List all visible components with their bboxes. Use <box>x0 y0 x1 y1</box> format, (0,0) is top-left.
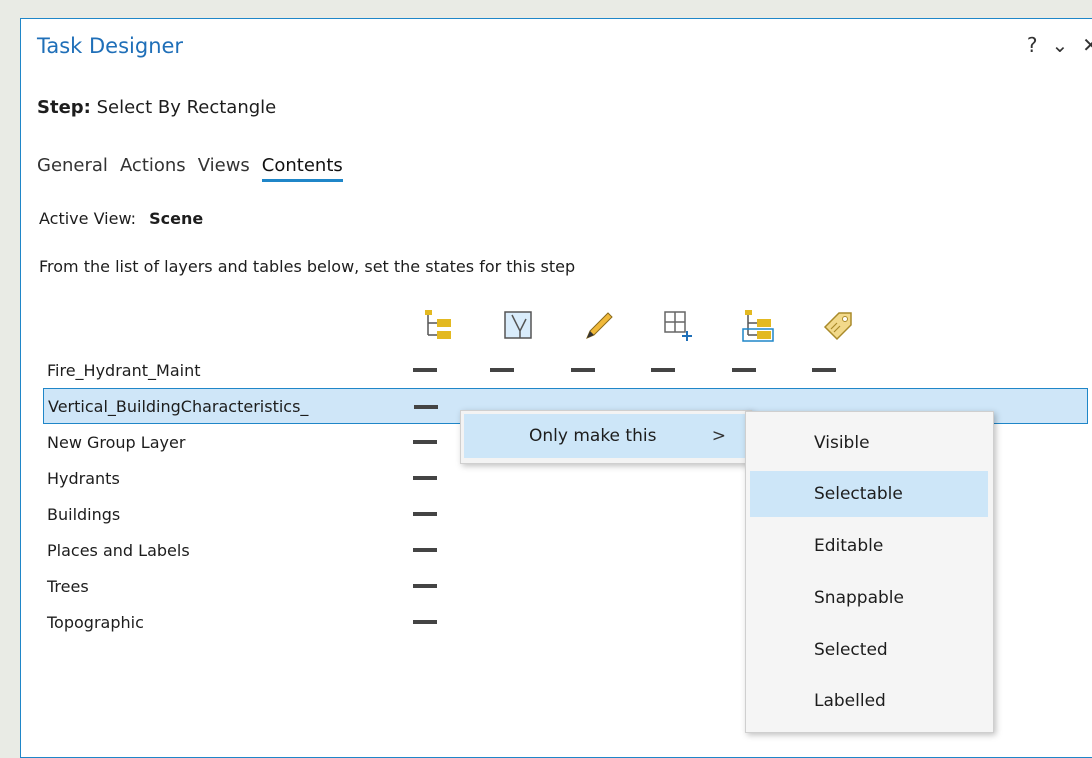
active-view-label: Active View: <box>39 209 137 228</box>
state-dash[interactable] <box>571 368 595 372</box>
only-make-this-label: Only make this <box>529 426 657 446</box>
pane-title: Task Designer <box>37 34 184 58</box>
submenu-item-selected[interactable]: Selected <box>750 627 988 673</box>
chevron-right-icon: > <box>711 426 726 446</box>
selected-icon[interactable] <box>739 305 779 345</box>
state-dash[interactable] <box>413 512 437 516</box>
active-view-value: Scene <box>149 209 204 228</box>
state-dash[interactable] <box>732 368 756 372</box>
title-controls: ? ⌄ ✕ <box>1027 33 1092 57</box>
submenu-item-label: Visible <box>814 433 870 453</box>
submenu-item-editable[interactable]: Editable <box>750 523 988 569</box>
only-make-this-menu-item[interactable]: Only make this > <box>464 414 746 458</box>
close-button[interactable]: ✕ <box>1082 33 1092 57</box>
editable-icon[interactable] <box>579 305 619 345</box>
layer-name: Vertical_BuildingCharacteristics_ <box>48 396 309 416</box>
tab-bar: General Actions Views Contents <box>37 155 343 182</box>
state-dash[interactable] <box>414 405 438 409</box>
step-value: Select By Rectangle <box>96 97 277 118</box>
options-dropdown-button[interactable]: ⌄ <box>1051 33 1068 57</box>
tab-views[interactable]: Views <box>198 155 250 182</box>
layer-row[interactable]: Fire_Hydrant_Maint <box>47 352 1092 388</box>
state-dash[interactable] <box>413 548 437 552</box>
state-dash[interactable] <box>413 368 437 372</box>
instructions-text: From the list of layers and tables below… <box>39 257 576 276</box>
active-view: Active View: Scene <box>39 209 203 228</box>
submenu-item-visible[interactable]: Visible <box>750 420 988 466</box>
layer-name: Buildings <box>47 504 121 524</box>
state-dash[interactable] <box>812 368 836 372</box>
visible-icon[interactable] <box>419 305 459 345</box>
selectable-icon[interactable] <box>499 305 539 345</box>
state-column-icons <box>419 305 859 345</box>
help-button[interactable]: ? <box>1027 33 1038 57</box>
submenu-item-label: Editable <box>814 536 884 556</box>
tab-general[interactable]: General <box>37 155 108 182</box>
state-dash[interactable] <box>413 584 437 588</box>
step-line: Step: Select By Rectangle <box>37 97 276 118</box>
step-label: Step: <box>37 97 91 118</box>
layer-name: Trees <box>47 576 89 596</box>
layer-name: Topographic <box>47 612 144 632</box>
submenu-item-label: Snappable <box>814 588 904 608</box>
state-dash[interactable] <box>490 368 514 372</box>
state-dash[interactable] <box>413 440 437 444</box>
submenu-item-selectable[interactable]: Selectable <box>750 471 988 517</box>
state-dash[interactable] <box>413 620 437 624</box>
state-dash[interactable] <box>413 476 437 480</box>
tab-actions[interactable]: Actions <box>120 155 186 182</box>
submenu-item-snappable[interactable]: Snappable <box>750 575 988 621</box>
submenu-item-label: Selected <box>814 640 888 660</box>
tab-contents[interactable]: Contents <box>261 155 343 182</box>
state-submenu: Visible Selectable Editable Snappable Se… <box>745 411 994 733</box>
layer-name: Places and Labels <box>47 540 190 560</box>
submenu-item-label: Selectable <box>814 484 903 504</box>
submenu-item-labelled[interactable]: Labelled <box>750 678 988 724</box>
layer-name: Fire_Hydrant_Maint <box>47 360 201 380</box>
layer-name: New Group Layer <box>47 432 186 452</box>
layer-name: Hydrants <box>47 468 120 488</box>
labelled-icon[interactable] <box>819 305 859 345</box>
submenu-item-label: Labelled <box>814 691 886 711</box>
snappable-icon[interactable] <box>659 305 699 345</box>
state-dash[interactable] <box>651 368 675 372</box>
context-menu: Only make this > <box>460 410 752 464</box>
